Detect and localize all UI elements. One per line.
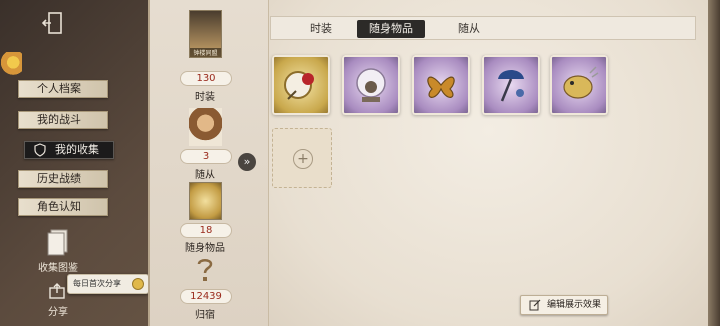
rose-mirror-icon <box>284 71 314 100</box>
destination-label: 归宿 <box>195 310 215 321</box>
follower-count: 3 <box>180 149 232 164</box>
accessory-item[interactable] <box>412 55 470 115</box>
question-mark-icon[interactable] <box>194 256 216 284</box>
share-icon <box>49 283 65 299</box>
nav-item-label: 角色认知 <box>37 200 81 213</box>
accessory-item[interactable] <box>482 55 540 115</box>
costume-label: 时装 <box>195 92 215 103</box>
expand-chevron-icon[interactable]: » <box>238 153 256 171</box>
follower-portrait[interactable] <box>189 108 222 146</box>
share-label: 分享 <box>48 307 68 318</box>
add-item-slot[interactable]: + <box>272 128 332 188</box>
crystal-ball-icon <box>356 68 386 102</box>
nav-item-label: 历史战绩 <box>37 172 81 185</box>
accessory-label: 随身物品 <box>185 243 225 254</box>
collection-album-label: 收集图鉴 <box>38 263 78 274</box>
nav-item-profile[interactable]: 个人档案 <box>18 80 108 98</box>
accessory-item[interactable] <box>342 55 400 115</box>
nav-item-battles[interactable]: 我的战斗 <box>18 111 108 129</box>
exit-icon[interactable] <box>40 10 66 36</box>
umbrella-icon <box>498 70 524 102</box>
costume-portrait[interactable]: 钟楼同盟 <box>189 10 222 58</box>
nav-item-history[interactable]: 历史战绩 <box>18 170 108 188</box>
plus-icon: + <box>293 149 313 169</box>
nav-item-label: 个人档案 <box>37 82 81 95</box>
costume-count: 130 <box>180 71 232 86</box>
logo-icon <box>0 52 22 78</box>
accessory-count: 18 <box>180 223 232 238</box>
pufferfish-icon <box>563 66 599 99</box>
nav-item-character[interactable]: 角色认知 <box>18 198 108 216</box>
tab-costume[interactable]: 时装 <box>287 20 355 38</box>
nav-item-label: 我的收集 <box>55 143 99 156</box>
category-tabs: 时装 随身物品 随从 <box>270 16 696 40</box>
nav-item-collection[interactable]: 我的收集 <box>24 141 114 159</box>
butterfly-icon <box>427 76 455 98</box>
collection-album-button[interactable]: 收集图鉴 <box>28 228 88 274</box>
nav-item-label: 我的战斗 <box>37 113 81 126</box>
panel-edge <box>708 0 720 326</box>
portrait-caption: 钟楼同盟 <box>190 48 221 57</box>
tab-follower[interactable]: 随从 <box>435 20 503 38</box>
coin-icon <box>132 278 144 290</box>
edit-display-label: 编辑展示效果 <box>547 300 602 310</box>
tab-accessory[interactable]: 随身物品 <box>357 20 425 38</box>
accessory-portrait[interactable] <box>189 182 222 220</box>
share-reward-tooltip: 每日首次分享 <box>67 274 149 294</box>
accessory-item[interactable] <box>550 55 608 115</box>
shield-icon <box>34 143 46 157</box>
edit-display-button[interactable]: 编辑展示效果 <box>520 295 608 315</box>
destination-count: 12439 <box>180 289 232 304</box>
accessory-item[interactable] <box>272 55 330 115</box>
edit-icon <box>529 299 541 311</box>
share-bubble-text: 每日首次分享 <box>73 279 121 288</box>
book-icon <box>47 229 68 256</box>
